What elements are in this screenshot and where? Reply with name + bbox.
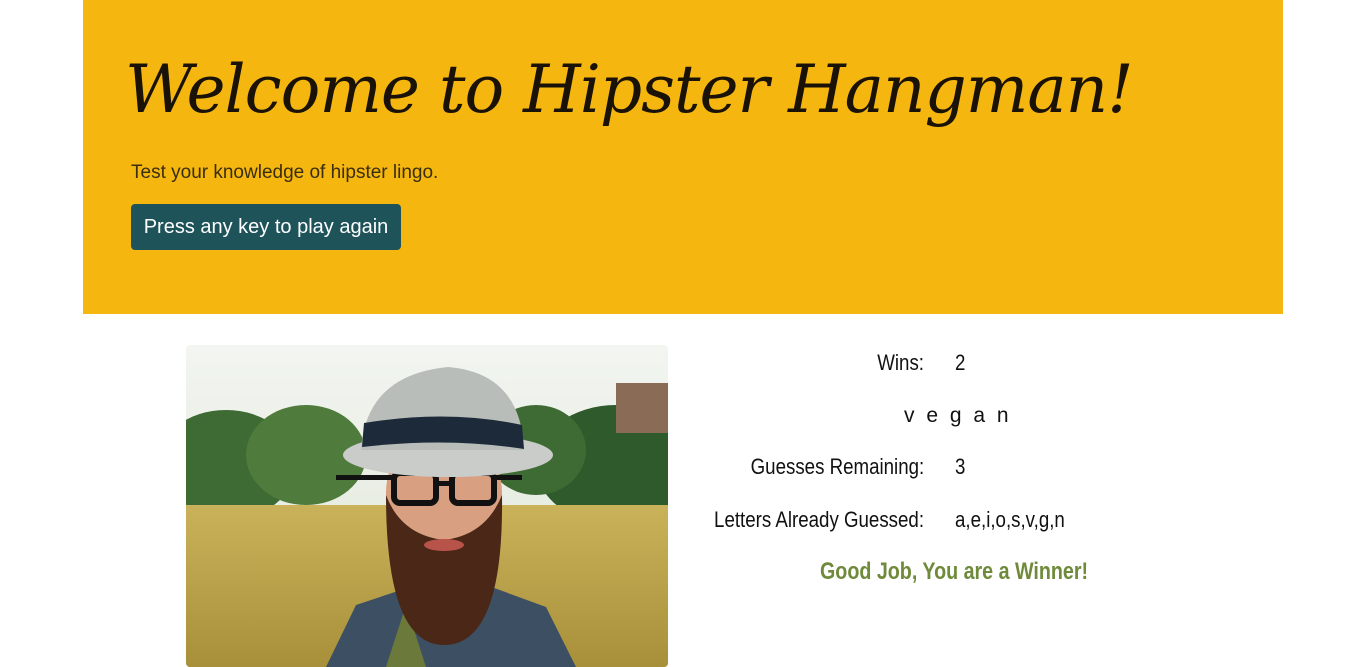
word-display: v e g a n [904, 404, 1012, 427]
wins-value: 2 [955, 350, 966, 375]
header-jumbotron: Welcome to Hipster Hangman! Test your kn… [83, 0, 1283, 314]
guesses-remaining-value: 3 [955, 454, 966, 479]
letters-guessed-label: Letters Already Guessed: [714, 507, 924, 532]
guesses-remaining-label: Guesses Remaining: [750, 454, 924, 479]
hipster-photo [186, 345, 668, 667]
letters-guessed-value: a,e,i,o,s,v,g,n [955, 507, 1065, 532]
page-subtitle: Test your knowledge of hipster lingo. [131, 162, 439, 183]
wins-label: Wins: [877, 350, 924, 375]
page-title: Welcome to Hipster Hangman! [125, 51, 1134, 128]
result-message: Good Job, You are a Winner! [820, 558, 1089, 585]
play-again-button[interactable]: Press any key to play again [131, 204, 401, 250]
